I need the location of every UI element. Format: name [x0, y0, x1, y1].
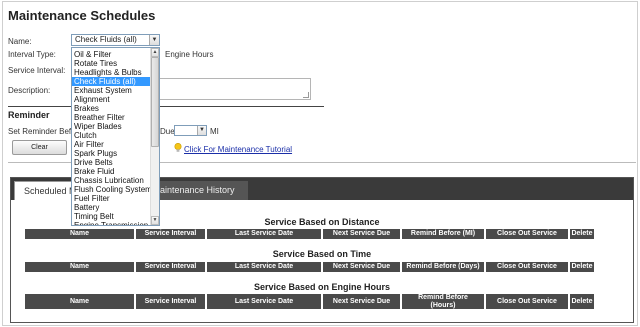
description-label: Description:	[8, 86, 51, 95]
chevron-down-icon[interactable]: ▼	[149, 35, 159, 45]
scroll-down-icon[interactable]: ▼	[151, 216, 159, 225]
col-close-out-service: Close Out Service	[486, 294, 568, 309]
section-divider	[8, 106, 324, 107]
dropdown-option[interactable]: Exhaust System	[72, 86, 151, 95]
col-next-service-due: Next Service Due	[323, 294, 400, 309]
time-header-row: Name Service Interval Last Service Date …	[25, 262, 594, 272]
service-interval-label: Service Interval:	[8, 66, 66, 75]
tab-maintenance-history[interactable]: aintenance History	[151, 181, 248, 200]
col-close-out-service: Close Out Service	[486, 229, 568, 239]
col-service-interval: Service Interval	[136, 229, 205, 239]
dropdown-option[interactable]: Drive Belts	[72, 158, 151, 167]
dropdown-option[interactable]: Engine Transmission	[72, 221, 151, 225]
col-remind-before: Remind Before (Days)	[402, 262, 484, 272]
dropdown-option[interactable]: Fuel Filter	[72, 194, 151, 203]
maintenance-schedules-panel: Maintenance Schedules Name: Check Fluids…	[2, 1, 638, 326]
col-remind-before: Remind Before (MI)	[402, 229, 484, 239]
name-select-value: Check Fluids (all)	[75, 35, 137, 44]
col-next-service-due: Next Service Due	[323, 229, 400, 239]
resize-grip-icon[interactable]	[303, 92, 309, 98]
due-label: Due	[160, 127, 175, 136]
dropdown-option[interactable]: Battery	[72, 203, 151, 212]
name-dropdown-list[interactable]: Oil & Filter Rotate Tires Headlights & Bul…	[71, 47, 160, 226]
lightbulb-icon	[174, 143, 182, 152]
col-name: Name	[25, 294, 134, 309]
maintenance-tutorial-link[interactable]: Click For Maintenance Tutorial	[184, 145, 292, 154]
engine-hours-section-title: Service Based on Engine Hours	[253, 282, 391, 292]
col-remind-before: Remind Before (Hours)	[402, 294, 484, 309]
dropdown-option[interactable]: Breather Filter	[72, 113, 151, 122]
set-reminder-label: Set Reminder Bef	[8, 127, 72, 136]
col-delete: Delete	[570, 229, 594, 239]
col-last-service-date: Last Service Date	[207, 262, 321, 272]
dropdown-option[interactable]: Air Filter	[72, 140, 151, 149]
engine-hours-option[interactable]: Engine Hours	[165, 50, 213, 59]
name-select[interactable]: Check Fluids (all) ▼	[71, 34, 160, 46]
col-name: Name	[25, 262, 134, 272]
col-close-out-service: Close Out Service	[486, 262, 568, 272]
description-textarea[interactable]	[158, 78, 311, 100]
chevron-down-icon[interactable]: ▼	[197, 126, 206, 135]
col-last-service-date: Last Service Date	[207, 294, 321, 309]
dropdown-option[interactable]: Alignment	[72, 95, 151, 104]
dropdown-option[interactable]: Brake Fluid	[72, 167, 151, 176]
dropdown-option[interactable]: Check Fluids (all)	[72, 77, 151, 86]
col-last-service-date: Last Service Date	[207, 229, 321, 239]
clear-button[interactable]: Clear	[12, 140, 67, 155]
dropdown-option[interactable]: Wiper Blades	[72, 122, 151, 131]
reminder-heading: Reminder	[8, 110, 50, 120]
dropdown-option[interactable]: Rotate Tires	[72, 59, 151, 68]
dropdown-option[interactable]: Brakes	[72, 104, 151, 113]
dropdown-option[interactable]: Chassis Lubrication	[72, 176, 151, 185]
remind-before-select[interactable]: ▼	[174, 125, 207, 136]
col-service-interval: Service Interval	[136, 294, 205, 309]
dropdown-option[interactable]: Flush Cooling System	[72, 185, 151, 194]
dropdown-option[interactable]: Headlights & Bulbs	[72, 68, 151, 77]
dropdown-option[interactable]: Oil & Filter	[72, 50, 151, 59]
mi-unit-label: MI	[210, 127, 219, 136]
dropdown-option[interactable]: Timing Belt	[72, 212, 151, 221]
col-next-service-due: Next Service Due	[323, 262, 400, 272]
col-delete: Delete	[570, 294, 594, 309]
interval-type-label: Interval Type:	[8, 50, 56, 59]
dropdown-options: Oil & Filter Rotate Tires Headlights & Bul…	[72, 50, 151, 225]
col-service-interval: Service Interval	[136, 262, 205, 272]
dropdown-scrollbar[interactable]: ▲ ▼	[150, 48, 159, 225]
scroll-thumb[interactable]	[151, 57, 159, 147]
page-title: Maintenance Schedules	[8, 8, 156, 23]
col-name: Name	[25, 229, 134, 239]
dropdown-option[interactable]: Spark Plugs	[72, 149, 151, 158]
engine-hours-header-row: Name Service Interval Last Service Date …	[25, 294, 594, 309]
dropdown-option[interactable]: Clutch	[72, 131, 151, 140]
col-delete: Delete	[570, 262, 594, 272]
name-label: Name:	[8, 37, 32, 46]
scroll-up-icon[interactable]: ▲	[151, 48, 159, 57]
time-section-title: Service Based on Time	[272, 249, 372, 259]
distance-header-row: Name Service Interval Last Service Date …	[25, 229, 594, 239]
